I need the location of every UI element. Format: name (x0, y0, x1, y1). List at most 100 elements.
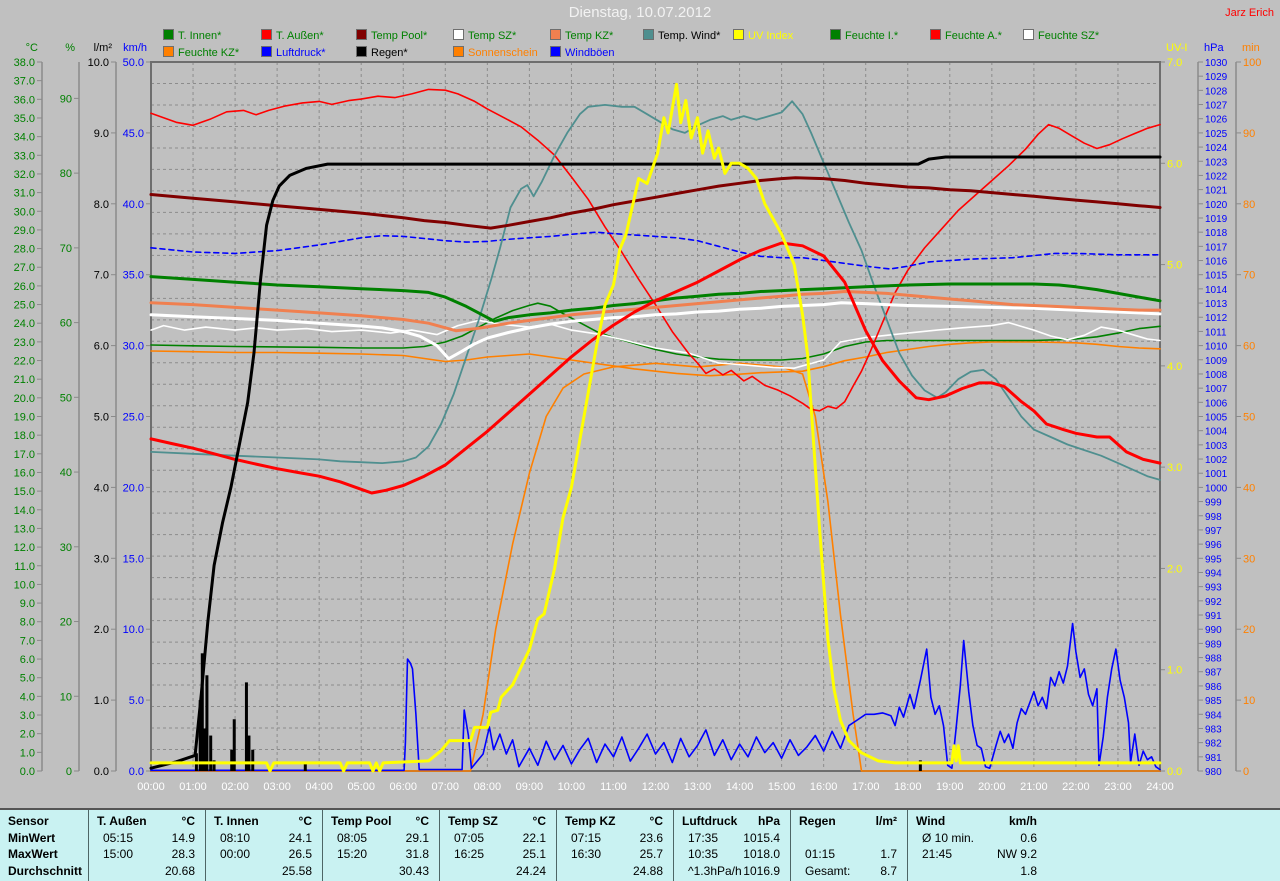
sensor-unit: km/h (1008, 814, 1037, 828)
svg-text:10.0: 10.0 (88, 57, 109, 69)
svg-text:35.0: 35.0 (14, 113, 35, 125)
svg-text:05:00: 05:00 (347, 781, 375, 793)
svg-text:4.0: 4.0 (94, 482, 109, 494)
avg-value: 1016.9 (743, 864, 780, 878)
svg-text:1005: 1005 (1205, 413, 1228, 424)
svg-text:995: 995 (1205, 554, 1222, 565)
svg-text:0: 0 (1243, 766, 1249, 778)
svg-text:996: 996 (1205, 540, 1222, 551)
svg-text:30.0: 30.0 (14, 206, 35, 218)
svg-text:1026: 1026 (1205, 115, 1228, 126)
svg-text:1009: 1009 (1205, 356, 1228, 367)
svg-text:8.0: 8.0 (94, 199, 109, 211)
svg-text:7.0: 7.0 (94, 270, 109, 282)
max-time: 15:00 (103, 847, 134, 861)
axis-title-minax: min (1242, 42, 1260, 54)
svg-text:19.0: 19.0 (14, 412, 35, 424)
svg-text:00:00: 00:00 (137, 781, 165, 793)
avg-label: Gesamt: (805, 864, 851, 878)
svg-text:0: 0 (66, 766, 72, 778)
stats-row-labels: Sensor MinWert MaxWert Durchschnitt (0, 810, 88, 881)
svg-text:984: 984 (1205, 710, 1222, 721)
stats-col-t-aussen: T. Außen °C 05:15 14.9 15:00 28.3 20.68 (88, 810, 205, 881)
svg-text:2.0: 2.0 (94, 624, 109, 636)
svg-text:989: 989 (1205, 639, 1222, 650)
svg-text:1018: 1018 (1205, 228, 1228, 239)
min-value: 24.1 (288, 831, 312, 845)
svg-text:50: 50 (1243, 412, 1255, 424)
gridlines (150, 62, 1161, 771)
sensor-name: Regen (799, 814, 836, 828)
stats-col-temp-kz: Temp KZ °C 07:15 23.6 16:30 25.7 24.88 (556, 810, 673, 881)
svg-text:29.0: 29.0 (14, 225, 35, 237)
svg-text:24:00: 24:00 (1146, 781, 1174, 793)
svg-text:40: 40 (60, 467, 72, 479)
stats-col-temp-sz: Temp SZ °C 07:05 22.1 16:25 25.1 24.24 (439, 810, 556, 881)
max-value: 31.8 (405, 847, 429, 861)
sensor-name: T. Außen (97, 814, 147, 828)
avg-value: 30.43 (398, 864, 429, 878)
max-value: 25.1 (522, 847, 546, 861)
svg-text:1.0: 1.0 (94, 695, 109, 707)
svg-text:993: 993 (1205, 583, 1222, 594)
svg-text:27.0: 27.0 (14, 262, 35, 274)
min-value: 0.6 (1020, 831, 1037, 845)
svg-text:1023: 1023 (1205, 157, 1228, 168)
svg-text:24.0: 24.0 (14, 318, 35, 330)
axis-degc: 38.0 37.0 36.0 35.0 34.0 33.0 32.0 31.0 30.0 29.0… (14, 42, 43, 778)
svg-text:37.0: 37.0 (14, 76, 35, 88)
avg-value: 25.58 (281, 864, 312, 878)
svg-text:12:00: 12:00 (642, 781, 670, 793)
sensor-name: Luftdruck (682, 814, 738, 828)
svg-text:20: 20 (60, 617, 72, 629)
svg-text:992: 992 (1205, 597, 1222, 608)
svg-text:8.0: 8.0 (20, 617, 35, 629)
svg-text:1027: 1027 (1205, 101, 1228, 112)
svg-text:10: 10 (60, 691, 72, 703)
max-time: 00:00 (220, 847, 251, 861)
svg-text:23:00: 23:00 (1104, 781, 1132, 793)
stats-col-regen: Regen l/m² 01:15 1.7 Gesamt: 8.7 (790, 810, 907, 881)
svg-text:2.0: 2.0 (20, 729, 35, 741)
svg-text:1020: 1020 (1205, 200, 1228, 211)
svg-text:0.0: 0.0 (129, 766, 144, 778)
svg-text:4.0: 4.0 (20, 691, 35, 703)
svg-text:985: 985 (1205, 696, 1222, 707)
max-time: 16:30 (571, 847, 602, 861)
svg-text:1014: 1014 (1205, 285, 1228, 296)
svg-text:25.0: 25.0 (123, 412, 144, 424)
weather-chart: 38.0 37.0 36.0 35.0 34.0 33.0 32.0 31.0 30.0 29.0… (14, 42, 1262, 793)
min-value: 29.1 (405, 831, 429, 845)
max-time: 16:25 (454, 847, 485, 861)
svg-text:986: 986 (1205, 682, 1222, 693)
sensor-name: Temp KZ (565, 814, 616, 828)
svg-text:03:00: 03:00 (263, 781, 291, 793)
axis-kmh: 50.0 45.0 40.0 35.0 30.0 25.0 20.0 15.0 10.0 5.0 0… (123, 42, 152, 778)
svg-text:02:00: 02:00 (221, 781, 249, 793)
svg-text:50.0: 50.0 (123, 57, 144, 69)
stats-table: Sensor MinWert MaxWert Durchschnitt T. A… (0, 808, 1280, 881)
svg-text:100: 100 (1243, 57, 1261, 69)
stats-col-temp-pool: Temp Pool °C 08:05 29.1 15:20 31.8 30.43 (322, 810, 439, 881)
svg-text:3.0: 3.0 (20, 710, 35, 722)
svg-text:3.0: 3.0 (94, 553, 109, 565)
svg-text:1006: 1006 (1205, 398, 1228, 409)
svg-text:38.0: 38.0 (14, 57, 35, 69)
axis-title-degc: °C (26, 42, 38, 54)
svg-text:7.0: 7.0 (20, 635, 35, 647)
svg-text:17:00: 17:00 (852, 781, 880, 793)
svg-text:22:00: 22:00 (1062, 781, 1090, 793)
svg-text:0.0: 0.0 (1167, 766, 1182, 778)
svg-text:12.0: 12.0 (14, 542, 35, 554)
sensor-unit: °C (415, 814, 429, 828)
svg-text:1.0: 1.0 (20, 747, 35, 759)
svg-text:30: 30 (1243, 553, 1255, 565)
svg-text:2.0: 2.0 (1167, 563, 1182, 575)
stats-label: Durchschnitt (8, 864, 83, 878)
svg-text:10: 10 (1243, 695, 1255, 707)
svg-text:1004: 1004 (1205, 427, 1228, 438)
avg-label: ^1.3hPa/h (688, 864, 742, 878)
svg-text:10.0: 10.0 (14, 579, 35, 591)
sensor-unit: °C (181, 814, 195, 828)
svg-text:30.0: 30.0 (123, 341, 144, 353)
